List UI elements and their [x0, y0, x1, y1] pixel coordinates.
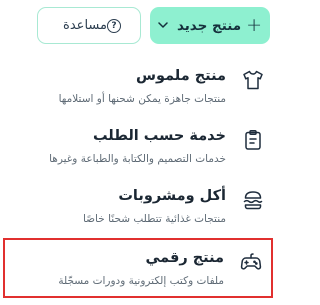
menu-item-title: أكل ومشروبات	[118, 188, 226, 204]
tshirt-icon	[241, 68, 265, 92]
menu-item-description: ملفات وكتب إلكترونية ودورات مسجّلة	[58, 275, 224, 287]
menu-item-title: خدمة حسب الطلب	[92, 128, 226, 144]
menu-item-custom-service[interactable]: خدمة حسب الطلب خدمات التصميم والكتابة وا…	[3, 118, 273, 178]
new-product-label: منتج جديد	[176, 17, 242, 34]
menu-item-description: منتجات غذائية تتطلب شحنًا خاصًا	[82, 213, 226, 225]
help-button[interactable]: ? مساعدة	[37, 7, 141, 44]
menu-item-title: منتج رقمي	[145, 250, 224, 266]
burger-icon	[241, 188, 265, 212]
chevron-down-icon	[158, 22, 168, 29]
clipboard-list-icon	[241, 128, 265, 152]
gamepad-icon	[239, 250, 263, 274]
new-product-button[interactable]: + منتج جديد	[150, 7, 270, 44]
help-icon: ?	[106, 18, 121, 33]
menu-item-food-drinks[interactable]: أكل ومشروبات منتجات غذائية تتطلب شحنًا خ…	[3, 178, 273, 238]
menu-item-title: منتج ملموس	[135, 68, 226, 84]
menu-item-description: خدمات التصميم والكتابة والطباعة وغيرها	[49, 153, 226, 165]
help-label: مساعدة	[63, 18, 107, 33]
menu-item-description: منتجات جاهزة يمكن شحنها أو استلامها	[58, 93, 226, 105]
plus-icon: +	[246, 14, 263, 36]
menu-item-physical-product[interactable]: منتج ملموس منتجات جاهزة يمكن شحنها أو اس…	[3, 58, 273, 118]
menu-item-digital-product[interactable]: منتج رقمي ملفات وكتب إلكترونية ودورات مس…	[3, 238, 273, 298]
